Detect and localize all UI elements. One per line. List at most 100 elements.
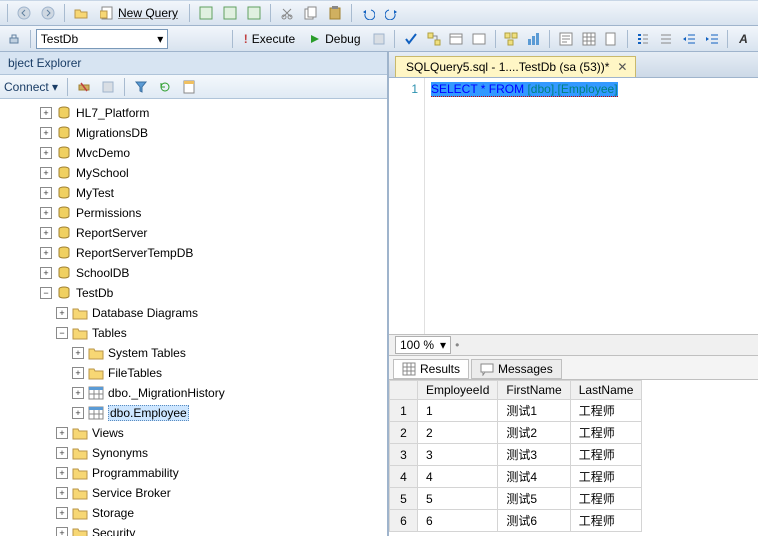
estimated-plan-icon[interactable] <box>423 29 444 49</box>
column-header[interactable]: FirstName <box>498 381 570 400</box>
outdent-icon[interactable] <box>701 29 722 49</box>
intellisense-icon[interactable] <box>469 29 490 49</box>
table-row[interactable]: 22测试2工程师 <box>390 422 642 444</box>
expander-icon[interactable]: + <box>72 387 84 399</box>
tree-node[interactable]: +Database Diagrams <box>0 303 387 323</box>
expander-icon[interactable]: + <box>56 307 68 319</box>
table-row[interactable]: 44测试4工程师 <box>390 466 642 488</box>
cell[interactable]: 测试5 <box>498 488 570 510</box>
tree-node[interactable]: +Security <box>0 523 387 536</box>
comment-icon[interactable] <box>633 29 654 49</box>
new-query-button[interactable]: New Query <box>94 3 184 23</box>
tree-node[interactable]: +MySchool <box>0 163 387 183</box>
results-grid-icon[interactable] <box>578 29 599 49</box>
parse-icon[interactable] <box>400 29 421 49</box>
table-row[interactable]: 11测试1工程师 <box>390 400 642 422</box>
table-row[interactable]: 66测试6工程师 <box>390 510 642 532</box>
query-options-icon[interactable] <box>446 29 467 49</box>
tree-node[interactable]: +Storage <box>0 503 387 523</box>
expander-icon[interactable]: + <box>56 487 68 499</box>
expander-icon[interactable]: + <box>40 147 52 159</box>
table-row[interactable]: 55测试5工程师 <box>390 488 642 510</box>
expander-icon[interactable]: − <box>40 287 52 299</box>
expander-icon[interactable]: + <box>56 507 68 519</box>
cell[interactable]: 工程师 <box>570 466 642 488</box>
cell[interactable]: 工程师 <box>570 510 642 532</box>
expander-icon[interactable]: + <box>40 247 52 259</box>
tree-node[interactable]: +HL7_Platform <box>0 103 387 123</box>
cell[interactable]: 5 <box>418 488 498 510</box>
close-icon[interactable]: ✕ <box>617 60 627 74</box>
row-header[interactable]: 2 <box>390 422 418 444</box>
results-file-icon[interactable] <box>601 29 622 49</box>
cell[interactable]: 工程师 <box>570 422 642 444</box>
tree-node[interactable]: +dbo._MigrationHistory <box>0 383 387 403</box>
stop-icon-2[interactable] <box>97 77 119 97</box>
nav-fwd-icon[interactable] <box>37 3 59 23</box>
database-tree[interactable]: +HL7_Platform+MigrationsDB+MvcDemo+MySch… <box>0 99 387 536</box>
tree-node[interactable]: +ReportServerTempDB <box>0 243 387 263</box>
column-header[interactable]: EmployeeId <box>418 381 498 400</box>
cell[interactable]: 测试3 <box>498 444 570 466</box>
cell[interactable]: 测试6 <box>498 510 570 532</box>
tb-icon-1[interactable] <box>195 3 217 23</box>
cell[interactable]: 工程师 <box>570 444 642 466</box>
expander-icon[interactable]: + <box>56 447 68 459</box>
expander-icon[interactable]: + <box>72 367 84 379</box>
tree-node[interactable]: +Synonyms <box>0 443 387 463</box>
zoom-selector[interactable]: 100 % ▾ <box>395 336 451 354</box>
results-text-icon[interactable] <box>555 29 576 49</box>
expander-icon[interactable]: + <box>40 107 52 119</box>
cell[interactable]: 工程师 <box>570 488 642 510</box>
expander-icon[interactable]: + <box>56 427 68 439</box>
cut-icon[interactable] <box>276 3 298 23</box>
tree-node[interactable]: +SchoolDB <box>0 263 387 283</box>
expander-icon[interactable]: + <box>40 187 52 199</box>
tree-node[interactable]: +MvcDemo <box>0 143 387 163</box>
tree-node[interactable]: +ReportServer <box>0 223 387 243</box>
tree-node[interactable]: +Permissions <box>0 203 387 223</box>
cell[interactable]: 4 <box>418 466 498 488</box>
properties-icon[interactable] <box>178 77 200 97</box>
copy-icon[interactable] <box>300 3 322 23</box>
client-stats-icon[interactable] <box>523 29 544 49</box>
row-header[interactable]: 3 <box>390 444 418 466</box>
connection-icon[interactable] <box>4 29 25 49</box>
tb-icon-3[interactable] <box>243 3 265 23</box>
expander-icon[interactable]: − <box>56 327 68 339</box>
sql-file-tab[interactable]: SQLQuery5.sql - 1....TestDb (sa (53))* ✕ <box>395 56 636 77</box>
uncomment-icon[interactable] <box>656 29 677 49</box>
column-header[interactable]: LastName <box>570 381 642 400</box>
undo-icon[interactable] <box>357 3 379 23</box>
specify-values-icon[interactable]: A <box>733 29 754 49</box>
tree-node[interactable]: +Programmability <box>0 463 387 483</box>
tree-node[interactable]: −Tables <box>0 323 387 343</box>
tree-node[interactable]: +MyTest <box>0 183 387 203</box>
cell[interactable]: 测试1 <box>498 400 570 422</box>
cell[interactable]: 测试4 <box>498 466 570 488</box>
connect-button[interactable]: Connect ▾ <box>4 80 62 94</box>
sql-editor[interactable]: 1 SELECT * FROM [dbo].[Employee] <box>389 78 758 334</box>
redo-icon[interactable] <box>381 3 403 23</box>
stop-icon[interactable] <box>369 29 390 49</box>
tab-messages[interactable]: Messages <box>471 359 562 379</box>
row-header[interactable]: 1 <box>390 400 418 422</box>
nav-back-icon[interactable] <box>13 3 35 23</box>
execute-button[interactable]: ! Execute <box>238 29 301 49</box>
cell[interactable]: 1 <box>418 400 498 422</box>
expander-icon[interactable]: + <box>40 207 52 219</box>
expander-icon[interactable]: + <box>40 227 52 239</box>
row-header[interactable]: 5 <box>390 488 418 510</box>
debug-button[interactable]: Debug <box>303 29 366 49</box>
filter-icon[interactable] <box>130 77 152 97</box>
results-grid[interactable]: EmployeeIdFirstNameLastName11测试1工程师22测试2… <box>389 380 758 536</box>
cell[interactable]: 3 <box>418 444 498 466</box>
tree-node[interactable]: +MigrationsDB <box>0 123 387 143</box>
cell[interactable]: 6 <box>418 510 498 532</box>
database-selector[interactable]: TestDb ▾ <box>36 29 169 49</box>
expander-icon[interactable]: + <box>40 267 52 279</box>
row-header[interactable]: 6 <box>390 510 418 532</box>
cell[interactable]: 工程师 <box>570 400 642 422</box>
tree-node[interactable]: +Views <box>0 423 387 443</box>
refresh-icon[interactable] <box>154 77 176 97</box>
